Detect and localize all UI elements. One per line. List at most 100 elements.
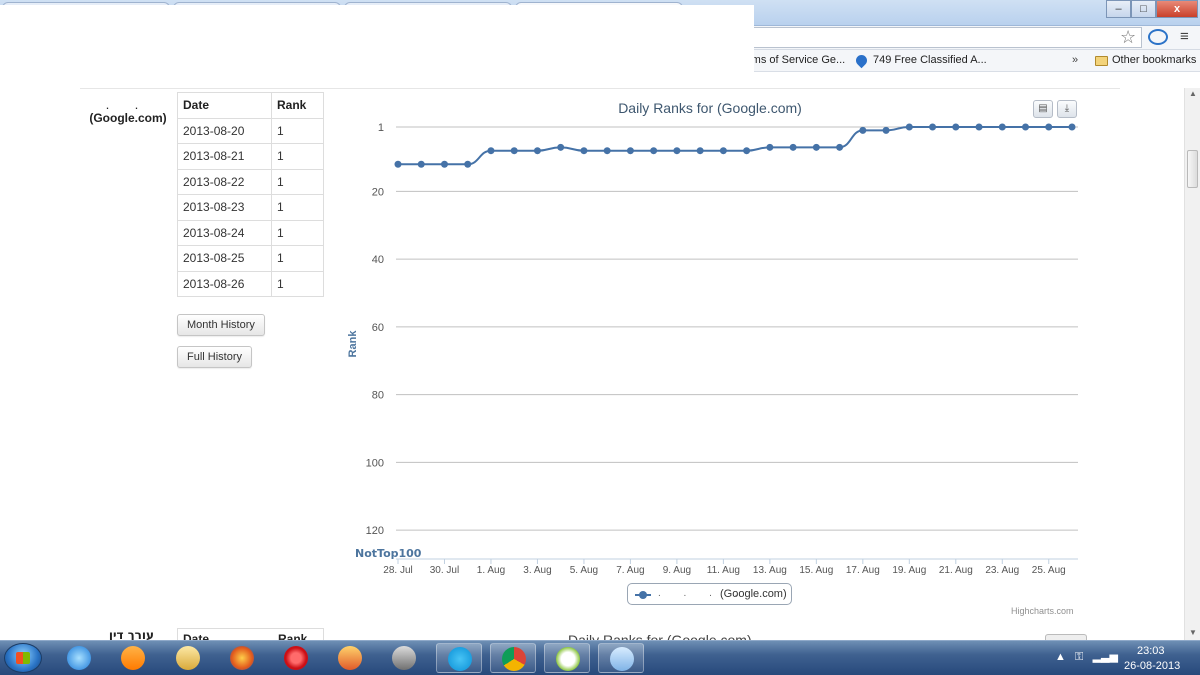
taskbar-app-photo-gallery[interactable] (327, 643, 373, 673)
x-tick-label: 28. Jul (383, 565, 412, 576)
x-tick-label: 19. Aug (892, 565, 926, 576)
column-header-date: Date (183, 632, 210, 640)
column-header-date: Date (177, 92, 272, 119)
data-point (603, 147, 611, 155)
bookmarks-more-button[interactable]: » (1072, 54, 1078, 66)
network-icon (392, 646, 416, 670)
chart-credits[interactable]: Highcharts.com (1011, 606, 1074, 616)
month-history-button[interactable]: Month History (177, 314, 265, 336)
y-tick-label: 120 (366, 525, 384, 537)
x-tick-label: 7. Aug (616, 565, 644, 576)
taskbar-app-skype[interactable] (436, 643, 482, 673)
rank-cell: 1 (271, 245, 324, 272)
full-history-button[interactable]: Full History (177, 346, 253, 368)
table-header-row: Date Rank (177, 92, 324, 119)
site-label: . . (Google.com) (83, 101, 173, 125)
redacted-area (0, 5, 754, 75)
bookmark-free-classified[interactable]: 749 Free Classified A... (873, 54, 987, 66)
y-tick-label: 20 (372, 186, 384, 198)
x-tick-label: 1. Aug (477, 565, 505, 576)
data-point (836, 143, 844, 151)
table-row: 2013-08-26 1 (177, 270, 324, 297)
bookmark-star-icon[interactable]: ☆ (1120, 28, 1136, 46)
data-point (417, 160, 425, 168)
taskbar-app-file-explorer[interactable] (165, 643, 211, 673)
data-point (557, 143, 565, 151)
vlc-icon (121, 646, 145, 670)
system-tray[interactable]: ▲ ⚿ ▂▃▅ (1055, 650, 1118, 664)
column-header-rank: Rank (271, 92, 324, 119)
scroll-down-icon[interactable]: ▼ (1189, 628, 1197, 637)
clock-date[interactable]: 26-08-2013 (1124, 660, 1180, 672)
internet-explorer-icon (67, 646, 91, 670)
scrollbar-thumb[interactable] (1187, 150, 1198, 188)
y-bottom-label: NotTop100 (355, 547, 422, 560)
data-point (952, 123, 960, 131)
vertical-scrollbar[interactable]: ▲ ▼ (1184, 88, 1200, 640)
data-point (743, 147, 751, 155)
x-tick-label: 17. Aug (846, 565, 880, 576)
clock-time[interactable]: 23:03 (1137, 645, 1165, 657)
legend-series-name: (Google.com) (720, 588, 787, 600)
y-tick-label: 80 (372, 390, 384, 402)
data-point (1068, 123, 1076, 131)
y-tick-label: 60 (372, 322, 384, 334)
taskbar-app-vlc[interactable] (110, 643, 156, 673)
menu-icon[interactable]: ≡ (1180, 29, 1189, 45)
taskbar-app-paint[interactable] (598, 643, 644, 673)
data-point (673, 147, 681, 155)
rank-cell: 1 (271, 168, 324, 195)
taskbar-app-internet-explorer[interactable] (56, 643, 102, 673)
data-point (650, 147, 658, 155)
section-divider (80, 88, 1120, 89)
taskbar-app-chrome[interactable] (490, 643, 536, 673)
second-chart-title: Daily Ranks for (Google.com) (568, 632, 752, 640)
second-section: עורך דין פלילי Date Rank Daily Ranks for… (80, 620, 1120, 640)
close-button[interactable]: x (1156, 0, 1198, 18)
bookmark-terms-of-service[interactable]: rms of Service Ge... (748, 54, 845, 66)
other-bookmarks[interactable]: Other bookmarks (1112, 54, 1196, 66)
data-point (1045, 123, 1053, 131)
file-explorer-icon (176, 646, 200, 670)
extension-icon[interactable] (1148, 29, 1168, 45)
x-tick-label: 15. Aug (799, 565, 833, 576)
x-tick-label: 30. Jul (430, 565, 459, 576)
rank-cell: 1 (271, 143, 324, 170)
taskbar-app-firefox[interactable] (219, 643, 265, 673)
x-tick-label: 21. Aug (939, 565, 973, 576)
minimize-button[interactable]: – (1106, 0, 1131, 18)
address-bar[interactable] (754, 27, 1142, 48)
date-cell: 2013-08-26 (177, 270, 272, 297)
data-point (580, 147, 588, 155)
series-line (398, 126, 1072, 166)
chrome-icon (502, 647, 526, 671)
date-cell: 2013-08-25 (177, 245, 272, 272)
rank-table: Date Rank 2013-08-20 1 2013-08-21 1 2013-0… (177, 92, 324, 297)
scroll-up-icon[interactable]: ▲ (1189, 89, 1197, 98)
data-point (533, 147, 541, 155)
taskbar-app-network[interactable] (381, 643, 427, 673)
data-point (626, 147, 634, 155)
y-tick-label: 100 (366, 457, 384, 469)
taskbar-app-opera[interactable] (273, 643, 319, 673)
x-tick-label: 25. Aug (1032, 565, 1066, 576)
chart-legend[interactable]: . . . . (Google.com) (627, 583, 792, 605)
date-cell: 2013-08-24 (177, 219, 272, 246)
maximize-button[interactable]: □ (1131, 0, 1156, 18)
data-point (998, 123, 1006, 131)
data-point (440, 160, 448, 168)
chart-title: Daily Ranks for (Google.com) (618, 100, 802, 116)
data-point (394, 160, 402, 168)
data-point (766, 143, 774, 151)
table-row: 2013-08-22 1 (177, 168, 324, 195)
legend-dot-marker (639, 591, 647, 599)
taskbar-app-google-talk[interactable] (544, 643, 590, 673)
data-point (696, 147, 704, 155)
table-row: 2013-08-20 1 (177, 117, 324, 144)
windows-logo-icon (16, 652, 30, 664)
data-point (719, 147, 727, 155)
paint-icon (610, 647, 634, 671)
date-cell: 2013-08-23 (177, 194, 272, 221)
data-point (929, 123, 937, 131)
rank-cell: 1 (271, 117, 324, 144)
